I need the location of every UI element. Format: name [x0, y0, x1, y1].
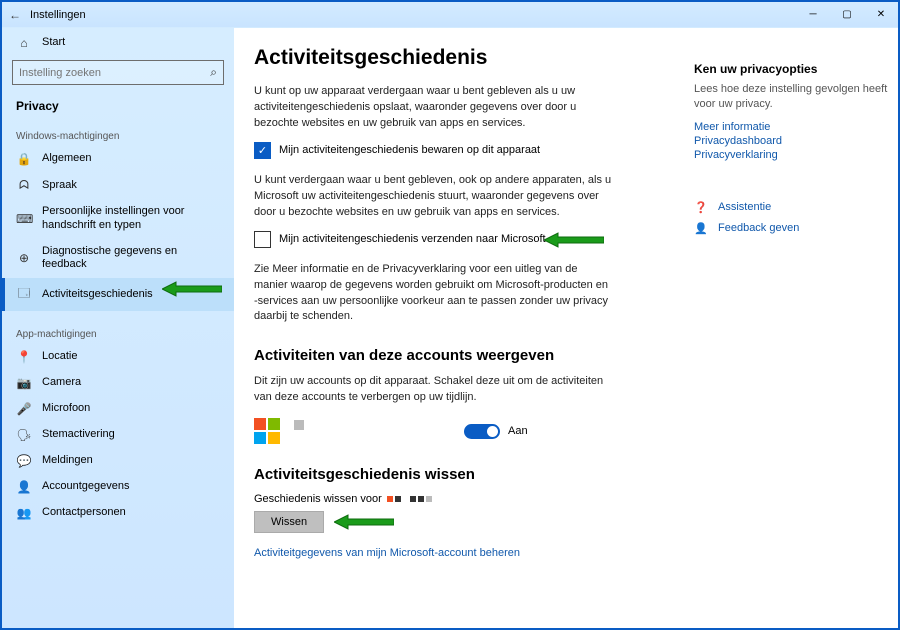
account-toggle[interactable] — [464, 424, 500, 439]
search-input[interactable] — [19, 67, 210, 79]
group-app-permissions: App-machtigingen — [2, 321, 234, 344]
location-icon: 📍 — [16, 350, 32, 364]
microphone-icon: 🎤 — [16, 402, 32, 416]
sidebar-item-notifications[interactable]: 💬Meldingen — [2, 448, 234, 474]
sidebar-item-speech[interactable]: ᗣSpraak — [2, 172, 234, 199]
annotation-arrow-icon — [162, 280, 222, 298]
group-windows-permissions: Windows-machtigingen — [2, 123, 234, 146]
privacy-options-panel: Ken uw privacyopties Lees hoe deze inste… — [694, 46, 894, 618]
search-box[interactable]: ⌕ — [12, 60, 224, 85]
sidebar-item-location[interactable]: 📍Locatie — [2, 344, 234, 370]
sidebar-item-microphone[interactable]: 🎤Microfoon — [2, 396, 234, 422]
sidebar-item-diagnostics[interactable]: ⊕Diagnostische gegevens en feedback — [2, 239, 234, 279]
microsoft-logo-icon — [254, 418, 280, 444]
right-subtext: Lees hoe deze instelling gevolgen heeft … — [694, 82, 894, 113]
search-icon: ⌕ — [210, 65, 217, 80]
feedback-link[interactable]: 👤Feedback geven — [694, 222, 894, 235]
home-icon: ⌂ — [16, 36, 32, 50]
home-label: Start — [42, 36, 65, 50]
sidebar: ⌂ Start ⌕ Privacy Windows-machtigingen 🔒… — [2, 28, 234, 628]
link-privacy-dashboard[interactable]: Privacydashboard — [694, 135, 894, 147]
manage-link[interactable]: Activiteitgegevens van mijn Microsoft-ac… — [254, 547, 614, 559]
contacts-icon: 👥 — [16, 506, 32, 520]
accounts-heading: Activiteiten van deze accounts weergeven — [254, 347, 614, 364]
account-icon: 👤 — [16, 480, 32, 494]
lock-icon: 🔒 — [16, 152, 32, 166]
page-title: Activiteitsgeschiedenis — [254, 46, 614, 70]
checkbox-store-on-device[interactable]: ✓ Mijn activiteitengeschiedenis bewaren … — [254, 142, 614, 159]
sidebar-item-voice-activation[interactable]: 🗣Stemactivering — [2, 422, 234, 448]
ink-icon: ⌨ — [16, 212, 32, 226]
window-title: Instellingen — [28, 9, 86, 21]
help-link[interactable]: ❓Assistentie — [694, 201, 894, 214]
checkbox-label: Mijn activiteitengeschiedenis bewaren op… — [279, 144, 540, 156]
annotation-arrow-icon — [334, 513, 394, 531]
titlebar: ← Instellingen ─ ▢ ✕ — [2, 2, 898, 28]
accounts-paragraph: Dit zijn uw accounts op dit apparaat. Sc… — [254, 374, 614, 406]
clear-for-label: Geschiedenis wissen voor — [254, 493, 614, 505]
clear-heading: Activiteitsgeschiedenis wissen — [254, 466, 614, 483]
history-icon: 🗔 — [16, 284, 32, 305]
sidebar-item-general[interactable]: 🔒Algemeen — [2, 146, 234, 172]
sidebar-item-activity-history[interactable]: 🗔Activiteitsgeschiedenis — [2, 278, 234, 311]
close-button[interactable]: ✕ — [864, 4, 898, 26]
help-icon: ❓ — [694, 201, 710, 214]
sidebar-item-camera[interactable]: 📷Camera — [2, 370, 234, 396]
annotation-arrow-icon — [544, 231, 604, 249]
minimize-button[interactable]: ─ — [796, 4, 830, 26]
intro-paragraph-3: Zie Meer informatie en de Privacyverklar… — [254, 262, 614, 326]
maximize-button[interactable]: ▢ — [830, 4, 864, 26]
link-privacy-statement[interactable]: Privacyverklaring — [694, 149, 894, 161]
intro-paragraph-1: U kunt op uw apparaat verdergaan waar u … — [254, 84, 614, 132]
home-button[interactable]: ⌂ Start — [2, 28, 234, 56]
checkbox-icon — [254, 231, 271, 248]
sidebar-item-account-info[interactable]: 👤Accountgegevens — [2, 474, 234, 500]
back-button[interactable]: ← — [2, 8, 28, 22]
intro-paragraph-2: U kunt verdergaan waar u bent gebleven, … — [254, 173, 614, 221]
checkbox-icon: ✓ — [254, 142, 271, 159]
feedback-icon: 👤 — [694, 222, 710, 235]
camera-icon: 📷 — [16, 376, 32, 390]
checkbox-label: Mijn activiteitengeschiedenis verzenden … — [279, 233, 546, 245]
right-heading: Ken uw privacyopties — [694, 62, 894, 76]
sidebar-item-ink-typing[interactable]: ⌨Persoonlijke instellingen voor handschr… — [2, 199, 234, 239]
speech-icon: ᗣ — [16, 178, 32, 193]
account-avatar-placeholder — [294, 420, 304, 430]
link-more-info[interactable]: Meer informatie — [694, 121, 894, 133]
feedback-icon: ⊕ — [16, 251, 32, 265]
current-section: Privacy — [2, 95, 234, 123]
clear-button[interactable]: Wissen — [254, 511, 324, 533]
voice-icon: 🗣 — [16, 428, 32, 442]
notification-icon: 💬 — [16, 454, 32, 468]
sidebar-item-contacts[interactable]: 👥Contactpersonen — [2, 500, 234, 526]
toggle-state-label: Aan — [508, 425, 528, 437]
account-toggle-row: Aan — [254, 418, 614, 444]
checkbox-send-to-microsoft[interactable]: Mijn activiteitengeschiedenis verzenden … — [254, 231, 614, 248]
